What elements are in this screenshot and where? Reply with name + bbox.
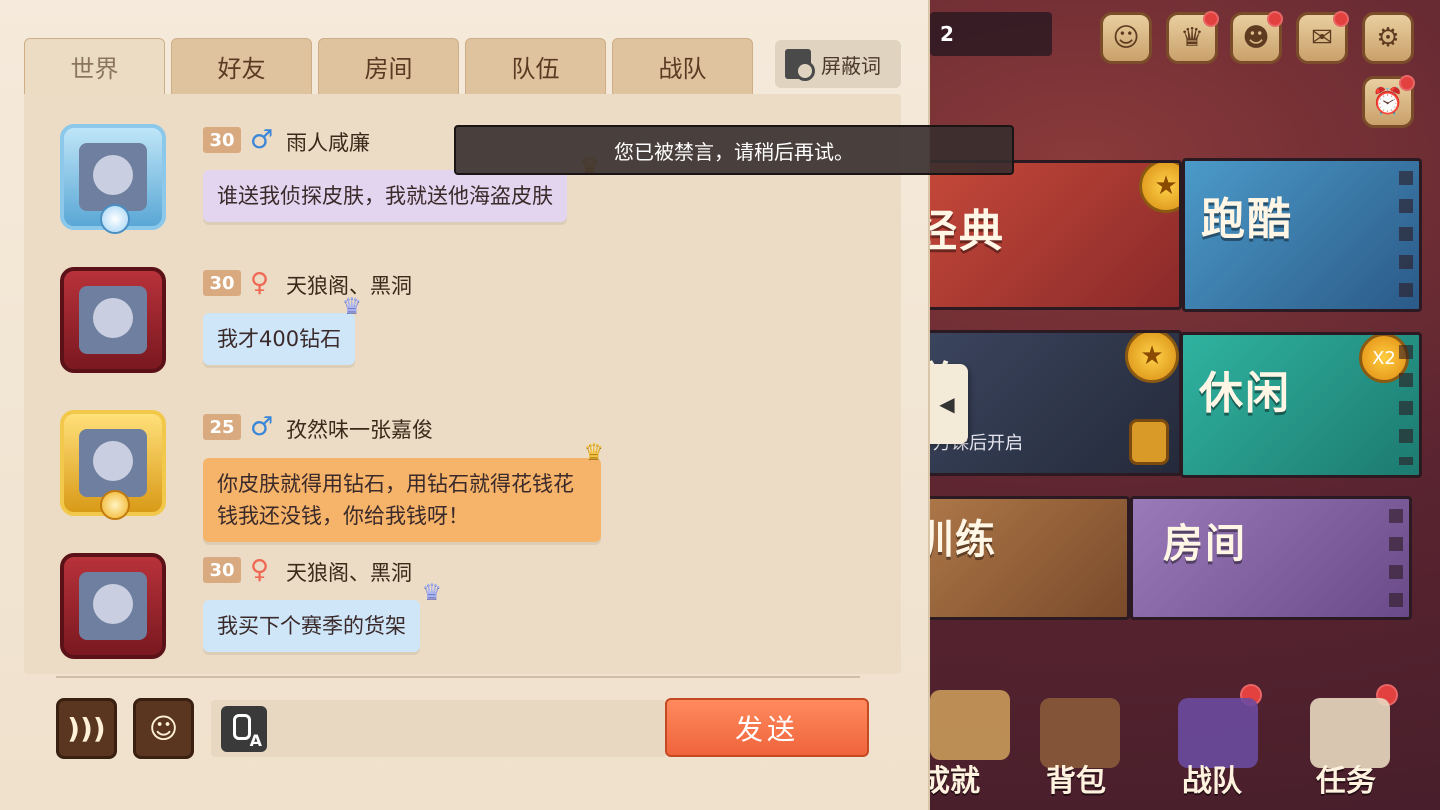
mode-card-training[interactable]: 训练 (900, 496, 1130, 620)
film-strip-holes (1399, 171, 1413, 299)
lock-icon (1129, 419, 1169, 465)
block-words-label: 屏蔽词 (821, 53, 881, 78)
notification-dot (1267, 11, 1283, 27)
divider (56, 676, 860, 678)
level-badge: 30 (203, 557, 241, 583)
mouse-face-icon: ☺ (148, 712, 179, 745)
avatar-portrait (79, 429, 147, 497)
mode-card-room[interactable]: 房间 (1130, 496, 1412, 620)
emoji-button[interactable]: ☺ (133, 698, 194, 759)
username[interactable]: 孜然味一张嘉俊 (286, 414, 433, 444)
crown-icon: ♛ (584, 440, 604, 465)
tab-room[interactable]: 房间 (318, 38, 459, 94)
avatar-portrait (79, 286, 147, 354)
avatar[interactable] (60, 267, 166, 373)
star-medal-icon: ★ (1125, 333, 1179, 383)
star-medal-icon: ★ (1139, 163, 1179, 213)
avatar-portrait (79, 143, 147, 211)
mode-card-parkour[interactable]: 跑酷 (1182, 158, 1422, 312)
profile-icon[interactable]: ☺ (1100, 12, 1152, 64)
avatar[interactable] (60, 410, 166, 520)
friends-icon[interactable]: ☻ (1230, 11, 1283, 64)
rank-badge-icon (100, 204, 130, 234)
film-strip-holes (1389, 509, 1403, 607)
sound-wave-icon: ))) (67, 712, 106, 745)
mode-card-casual[interactable]: 休闲 X2 (1180, 332, 1422, 478)
message-bubble: 我买下个赛季的货架 (203, 600, 420, 652)
notification-dot (1399, 75, 1415, 91)
voice-to-text-icon[interactable]: A (221, 706, 267, 752)
message-bubble: 我才400钻石 (203, 313, 356, 365)
message-list[interactable]: 30 ♂ 雨人咸廉 谁送我侦探皮肤，我就送他海盗皮肤 ♛ 30 ♀ 天狼阁、黑洞… (24, 94, 901, 674)
notification-dot (1203, 11, 1219, 27)
crown-icon: ♛ (422, 580, 442, 605)
nav-bag[interactable]: 背包 (1046, 756, 1106, 800)
chat-panel: 世界 好友 房间 队伍 战队 屏蔽词 30 ♂ 雨人咸廉 谁送我侦探皮肤，我就送… (0, 0, 930, 810)
chat-tabs: 世界 好友 房间 队伍 战队 (24, 38, 753, 94)
male-gender-icon: ♂ (250, 412, 274, 442)
notification-dot (1333, 11, 1349, 27)
mode-casual-label: 休闲 (1199, 368, 1291, 419)
rank-badge-icon (100, 490, 130, 520)
tab-friends[interactable]: 好友 (171, 38, 312, 94)
mode-card-classic[interactable]: 经典 ★ (900, 160, 1182, 310)
nav-tasks[interactable]: 任务 (1316, 756, 1376, 800)
block-words-button[interactable]: 屏蔽词 (775, 40, 901, 88)
voice-message-button[interactable]: ))) (56, 698, 117, 759)
alarm-clock-icon[interactable]: ⏰ (1362, 75, 1415, 128)
muted-toast: 您已被禁言，请稍后再试。 (454, 125, 1014, 175)
tab-party[interactable]: 队伍 (465, 38, 606, 94)
female-gender-icon: ♀ (250, 268, 270, 298)
tab-team[interactable]: 战队 (612, 38, 753, 94)
block-words-icon (785, 49, 815, 81)
film-strip-holes (1399, 345, 1413, 465)
chat-input[interactable] (281, 708, 651, 748)
mode-room-label: 房间 (1163, 521, 1247, 567)
message-bubble: 谁送我侦探皮肤，我就送他海盗皮肤 (203, 170, 567, 222)
avatar[interactable] (60, 124, 166, 234)
message-bubble: 你皮肤就得用钻石，用钻石就得花钱花钱我还没钱，你给我钱呀！ (203, 458, 601, 542)
level-badge: 30 (203, 270, 241, 296)
settings-gear-icon[interactable]: ⚙ (1362, 12, 1414, 64)
avatar-portrait (79, 572, 147, 640)
left-arrow-icon: ◀ (939, 392, 955, 416)
crown-icon[interactable]: ♛ (1166, 11, 1219, 64)
top-bar-field: 2 (930, 12, 1052, 56)
mail-icon[interactable]: ✉ (1296, 11, 1349, 64)
level-badge: 25 (203, 414, 241, 440)
avatar[interactable] (60, 553, 166, 659)
chat-input-bar: A (211, 700, 666, 757)
collapse-chat-button[interactable]: ◀ (926, 364, 968, 444)
send-button[interactable]: 发送 (665, 698, 869, 757)
crown-icon: ♛ (342, 294, 362, 319)
tab-world[interactable]: 世界 (24, 38, 165, 94)
username[interactable]: 雨人咸廉 (286, 127, 370, 157)
male-gender-icon: ♂ (250, 125, 274, 155)
nav-team[interactable]: 战队 (1182, 756, 1242, 800)
username[interactable]: 天狼阁、黑洞 (286, 557, 412, 587)
level-badge: 30 (203, 127, 241, 153)
female-gender-icon: ♀ (250, 555, 270, 585)
achievement-icon[interactable] (930, 690, 1010, 760)
mode-parkour-label: 跑酷 (1201, 194, 1293, 245)
